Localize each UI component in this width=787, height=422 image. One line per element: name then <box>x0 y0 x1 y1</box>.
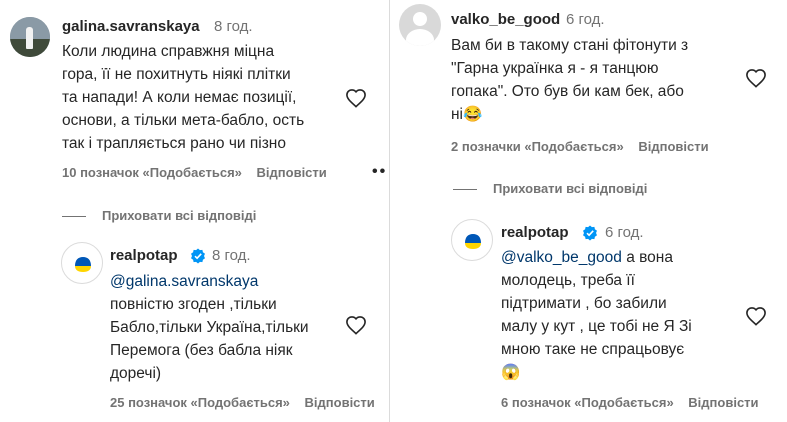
reply-button[interactable]: Відповісти <box>257 165 327 180</box>
reply-username[interactable]: realpotap <box>501 224 569 241</box>
right-comment-pane: valko_be_good 6 год. Вам би в такому ста… <box>389 0 787 422</box>
avatar[interactable] <box>399 4 441 46</box>
reply-button[interactable]: Відповісти <box>305 395 375 410</box>
comment-username[interactable]: galina.savranskaya <box>62 18 200 35</box>
like-heart-icon[interactable] <box>745 306 767 326</box>
reply-time[interactable]: 6 год. <box>605 224 644 241</box>
reply-time[interactable]: 8 год. <box>212 247 251 264</box>
reply-text: @galina.savranskaya повністю згоден ,тіл… <box>110 270 350 385</box>
more-options-icon[interactable]: •• <box>372 163 387 181</box>
like-heart-icon[interactable] <box>745 68 767 88</box>
divider <box>62 216 86 218</box>
reply-meta: 6 позначок «Подобається» Відповісти <box>501 395 770 410</box>
hide-replies-button[interactable]: Приховати всі відповіді <box>453 181 647 196</box>
comment-text: Коли людина справжня міцна гора, її не п… <box>62 43 305 152</box>
reply-username[interactable]: realpotap <box>110 247 178 264</box>
verified-badge-icon <box>583 225 597 241</box>
like-heart-icon[interactable] <box>345 88 367 108</box>
comment-time[interactable]: 8 год. <box>214 18 253 35</box>
left-comment-pane: galina.savranskaya 8 год. Коли людина сп… <box>0 0 389 422</box>
reply-meta: 25 позначок «Подобається» Відповісти <box>110 395 386 410</box>
likes-count[interactable]: 25 позначок «Подобається» <box>110 395 290 410</box>
reply-button[interactable]: Відповісти <box>688 395 758 410</box>
comment-time[interactable]: 6 год. <box>566 11 605 28</box>
mention-link[interactable]: @valko_be_good <box>501 249 622 266</box>
hide-replies-button[interactable]: Приховати всі відповіді <box>62 208 256 223</box>
like-heart-icon[interactable] <box>345 315 367 335</box>
reply-text: @valko_be_good а вона молодець, треба її… <box>501 249 692 381</box>
comment-username[interactable]: valko_be_good <box>451 11 560 28</box>
likes-count[interactable]: 10 позначок «Подобається» <box>62 165 242 180</box>
reply-button[interactable]: Відповісти <box>638 139 708 154</box>
mention-link[interactable]: @galina.savranskaya <box>110 270 350 293</box>
likes-count[interactable]: 6 позначок «Подобається» <box>501 395 674 410</box>
avatar[interactable] <box>61 242 103 284</box>
comment-meta: 10 позначок «Подобається» Відповісти <box>62 165 338 180</box>
divider <box>453 189 477 191</box>
comment-meta: 2 позначки «Подобається» Відповісти <box>451 139 720 154</box>
likes-count[interactable]: 2 позначки «Подобається» <box>451 139 624 154</box>
verified-badge-icon <box>191 248 205 264</box>
comment-text: Вам би в такому стані фітонути з "Гарна … <box>451 37 689 123</box>
avatar[interactable] <box>10 17 50 57</box>
avatar[interactable] <box>451 219 493 261</box>
